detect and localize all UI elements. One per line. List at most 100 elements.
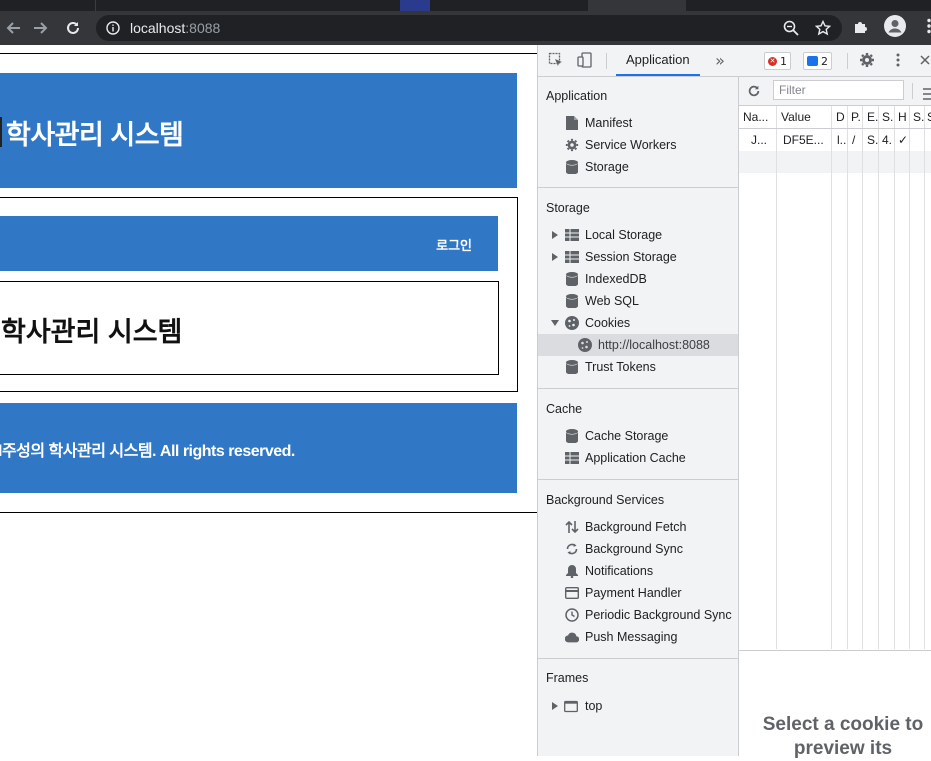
- footer-copyright: l주성의 학사관리 시스템. All rights reserved.: [0, 443, 295, 460]
- bell-icon: [565, 564, 579, 578]
- sidebar-item-manifest[interactable]: Manifest: [538, 112, 738, 134]
- grid-icon: [565, 250, 579, 264]
- sidebar-item-cookies[interactable]: Cookies: [538, 312, 738, 334]
- sidebar-item-label: Notifications: [585, 564, 654, 578]
- sidebar-item-trust-tokens[interactable]: Trust Tokens: [538, 356, 738, 378]
- sidebar-item-background-fetch[interactable]: Background Fetch: [538, 516, 738, 538]
- column-header-size[interactable]: S.: [882, 106, 893, 128]
- sidebar-item-storage[interactable]: Storage: [538, 156, 738, 178]
- expand-triangle-icon[interactable]: [551, 253, 559, 261]
- sidebar-item-push-messaging[interactable]: Push Messaging: [538, 626, 738, 648]
- extensions-puzzle-icon[interactable]: [850, 15, 872, 37]
- column-header-expires[interactable]: E.: [867, 106, 878, 128]
- forward-arrow-icon: [34, 22, 48, 34]
- expand-triangle-icon[interactable]: [551, 702, 559, 710]
- address-bar[interactable]: localhost:8088: [96, 15, 842, 41]
- sidebar-item-label: Cookies: [585, 316, 631, 330]
- back-button[interactable]: [0, 15, 26, 41]
- column-header-domain[interactable]: D: [836, 106, 846, 128]
- section-heading-background-services: Background Services: [546, 493, 665, 507]
- cloud-icon: [565, 630, 579, 644]
- profile-avatar-icon[interactable]: [884, 15, 906, 37]
- sidebar-item-frame-top[interactable]: top: [538, 695, 738, 717]
- settings-gear-icon[interactable]: [858, 51, 876, 69]
- site-info-icon[interactable]: [106, 21, 120, 35]
- sidebar-item-service-workers[interactable]: Service Workers: [538, 134, 738, 156]
- sidebar-item-periodic-background-sync[interactable]: Periodic Background Sync: [538, 604, 738, 626]
- sidebar-item-application-cache[interactable]: Application Cache: [538, 447, 738, 469]
- sidebar-item-label: Session Storage: [585, 250, 677, 264]
- sidebar-item-indexeddb[interactable]: IndexedDB: [538, 268, 738, 290]
- cookie-filter-input[interactable]: Filter: [773, 80, 904, 100]
- table-cell-name[interactable]: J...: [751, 129, 776, 151]
- zoom-icon[interactable]: [782, 19, 800, 37]
- expand-triangle-icon[interactable]: [551, 231, 559, 239]
- cookie-icon: [578, 338, 592, 352]
- more-tabs-button[interactable]: »: [711, 51, 729, 70]
- database-icon: [565, 429, 579, 443]
- sync-icon: [565, 542, 579, 556]
- devtools-menu-icon[interactable]: [889, 51, 907, 69]
- error-count-badge[interactable]: ✕ 1: [764, 52, 791, 70]
- up-down-arrows-icon: [565, 520, 579, 534]
- error-count: 1: [780, 54, 787, 68]
- table-row-empty: [739, 151, 931, 173]
- grid-icon: [565, 451, 579, 465]
- database-icon: [565, 360, 579, 374]
- reload-icon: [67, 21, 79, 34]
- sidebar-item-notifications[interactable]: Notifications: [538, 560, 738, 582]
- tab-strip: [0, 0, 931, 11]
- table-cell-expires[interactable]: S.: [867, 129, 878, 151]
- sidebar-item-cookie-origin[interactable]: http://localhost:8088: [538, 334, 738, 356]
- table-cell-value[interactable]: DF5E...: [783, 129, 830, 151]
- sidebar-item-payment-handler[interactable]: Payment Handler: [538, 582, 738, 604]
- reload-button[interactable]: [60, 15, 86, 41]
- message-icon: [807, 56, 818, 66]
- cookie-icon: [565, 316, 579, 330]
- message-count-badge[interactable]: 2: [803, 52, 832, 70]
- sidebar-divider: [538, 187, 738, 188]
- bookmark-star-icon[interactable]: [814, 19, 832, 37]
- url-text: localhost:8088: [130, 20, 220, 36]
- column-header-samesite[interactable]: S: [927, 106, 931, 128]
- table-cell-domain[interactable]: l...: [837, 129, 847, 151]
- sidebar-item-session-storage[interactable]: Session Storage: [538, 246, 738, 268]
- inspect-element-icon[interactable]: [547, 51, 565, 69]
- table-cell-path[interactable]: /: [852, 129, 862, 151]
- section-heading-application: Application: [546, 89, 608, 103]
- clear-all-icon[interactable]: [923, 85, 931, 104]
- column-header-secure[interactable]: S.: [913, 106, 924, 128]
- sidebar-item-label: Payment Handler: [585, 586, 682, 600]
- sidebar-item-label: Periodic Background Sync: [585, 608, 732, 622]
- section-heading-frames: Frames: [546, 671, 589, 685]
- refresh-icon[interactable]: [747, 83, 761, 102]
- section-heading-storage: Storage: [546, 201, 590, 215]
- sidebar-item-web-sql[interactable]: Web SQL: [538, 290, 738, 312]
- login-link[interactable]: 로그인: [436, 235, 472, 254]
- table-cell-size[interactable]: 4.: [882, 129, 893, 151]
- column-header-path[interactable]: P.: [851, 106, 862, 128]
- database-icon: [565, 160, 579, 174]
- column-header-httponly[interactable]: H: [898, 106, 909, 128]
- table-cell-httponly[interactable]: ✓: [898, 129, 909, 151]
- sidebar-item-label: Background Sync: [585, 542, 683, 556]
- frame-window-icon: [564, 699, 578, 713]
- column-header-value[interactable]: Value: [781, 106, 829, 128]
- sidebar-item-cache-storage[interactable]: Cache Storage: [538, 425, 738, 447]
- collapse-triangle-icon[interactable]: [551, 319, 559, 327]
- column-header-name[interactable]: Na...: [743, 106, 776, 128]
- credit-card-icon: [565, 586, 579, 600]
- tab-application[interactable]: Application: [616, 45, 700, 76]
- nav-bar: 로그인: [0, 216, 498, 271]
- browser-menu-icon[interactable]: [918, 15, 931, 37]
- site-footer: l주성의 학사관리 시스템. All rights reserved.: [0, 403, 517, 493]
- sidebar-divider: [538, 479, 738, 480]
- cookie-table: Na... Value D P. E. S. H S. S J... DF5E.…: [739, 106, 931, 649]
- sidebar-item-local-storage[interactable]: Local Storage: [538, 224, 738, 246]
- device-toolbar-icon[interactable]: [576, 51, 594, 69]
- clock-icon: [565, 608, 579, 622]
- sidebar-item-background-sync[interactable]: Background Sync: [538, 538, 738, 560]
- close-devtools-icon[interactable]: [916, 51, 931, 69]
- forward-button[interactable]: [28, 15, 54, 41]
- active-tab[interactable]: [588, 0, 686, 11]
